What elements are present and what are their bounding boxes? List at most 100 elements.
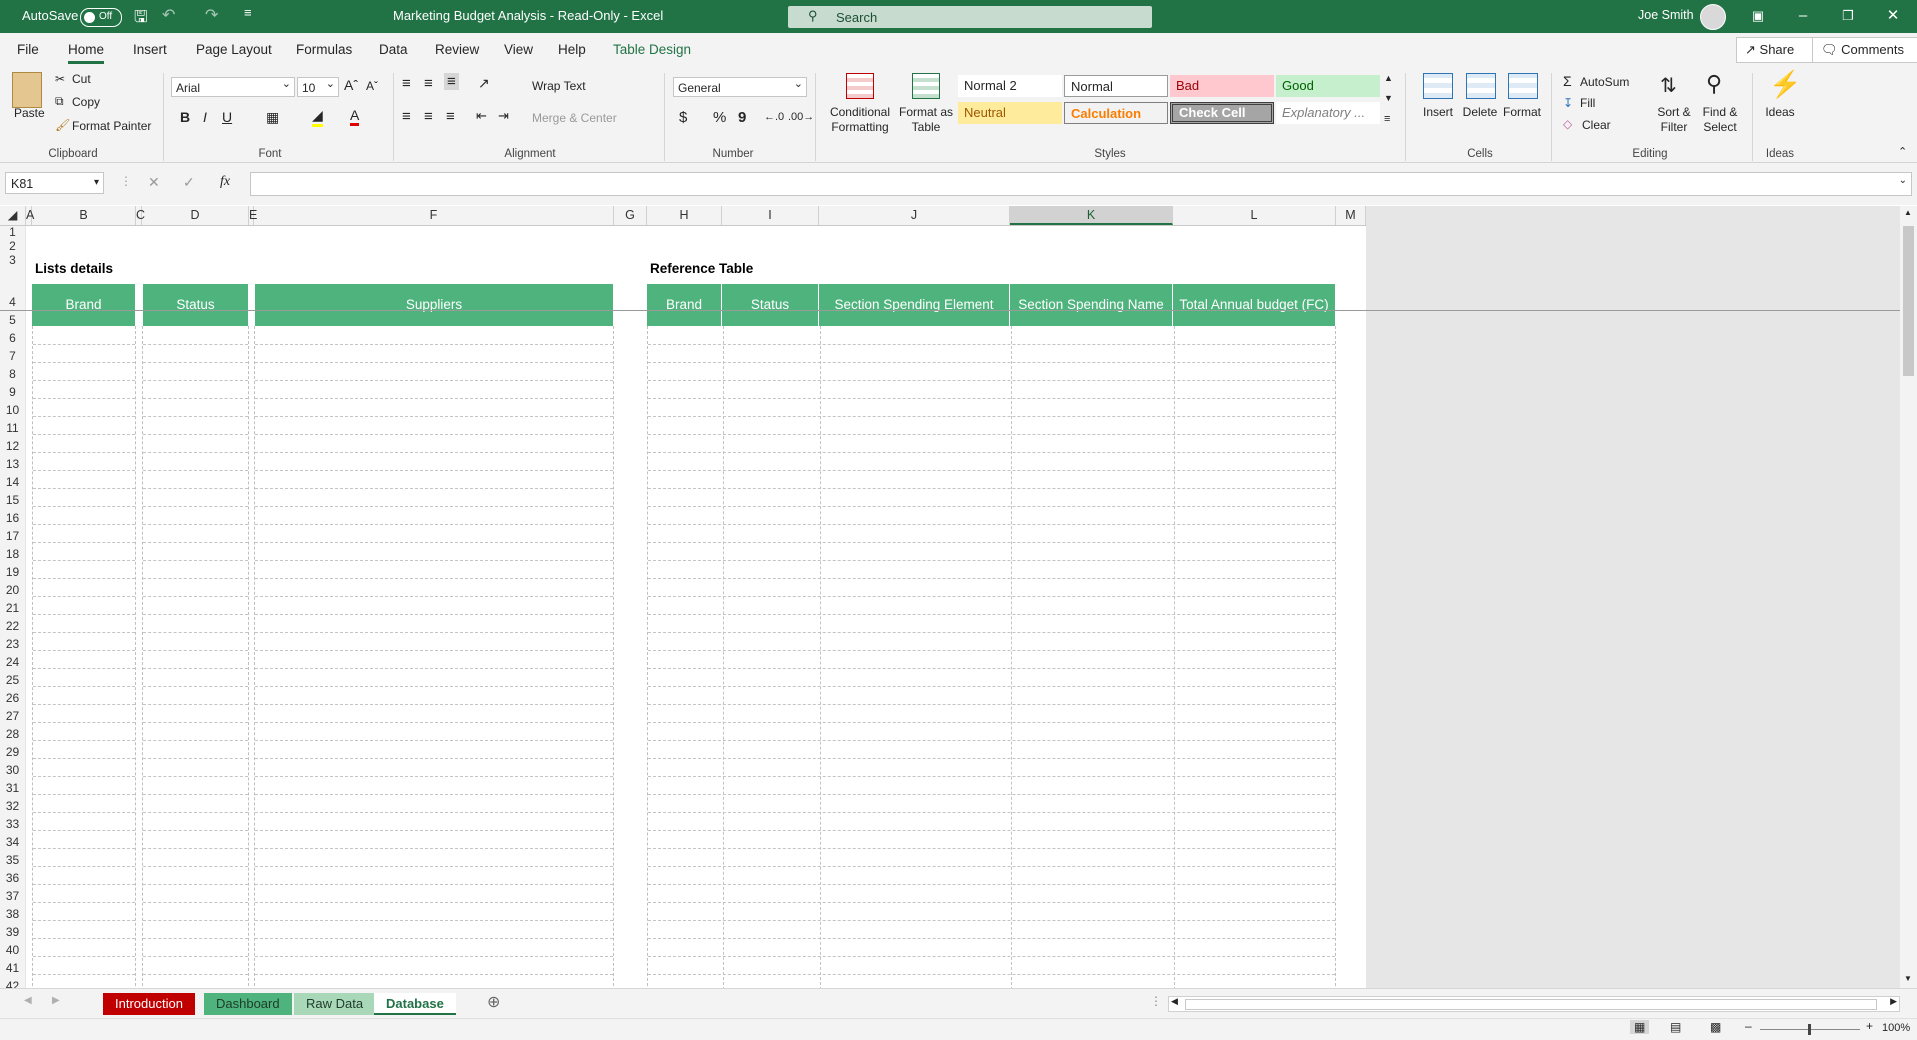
scroll-tabs-right-icon[interactable]: ▶	[52, 995, 60, 1006]
tab-data[interactable]: Data	[379, 42, 408, 57]
header-status[interactable]: Status	[142, 284, 249, 326]
column-header-f[interactable]: F	[254, 206, 614, 225]
insert-cells-icon[interactable]	[1423, 73, 1453, 99]
paste-icon[interactable]	[12, 72, 42, 108]
row-header[interactable]: 16	[0, 511, 25, 525]
row-header[interactable]: 21	[0, 601, 25, 615]
conditional-formatting-button[interactable]: Conditional Formatting	[820, 105, 900, 135]
autosum-icon[interactable]: Σ	[1563, 73, 1572, 89]
find-select-icon[interactable]: ⚲	[1706, 71, 1722, 97]
format-as-table-button[interactable]: Format as Table	[898, 105, 954, 135]
row-header[interactable]: 13	[0, 457, 25, 471]
ref-header-section-spending-element[interactable]: Section Spending Element	[819, 284, 1010, 326]
redo-icon[interactable]: ↷	[205, 5, 218, 25]
row-header[interactable]: 11	[0, 421, 25, 435]
conditional-formatting-icon[interactable]	[846, 73, 874, 99]
clear-icon[interactable]: ◇	[1563, 117, 1572, 131]
add-sheet-icon[interactable]: ⊕	[487, 992, 500, 1012]
minimize-icon[interactable]: –	[1793, 6, 1813, 26]
underline-button[interactable]: U	[222, 109, 232, 125]
row-header[interactable]: 22	[0, 619, 25, 633]
row-header[interactable]: 26	[0, 691, 25, 705]
font-name-combo[interactable]: Arial	[171, 74, 295, 97]
delete-button[interactable]: Delete	[1458, 105, 1502, 119]
worksheet-grid[interactable]: ◢ A B C D E F G H I J K L M 1 2 3 4 5 6 7 8 9 10 1…	[0, 206, 1900, 988]
row-header[interactable]: 30	[0, 763, 25, 777]
sheet-area[interactable]: Lists details Brand Status Suppliers Ref…	[0, 226, 1900, 988]
style-normal[interactable]: Normal	[1064, 75, 1168, 97]
row-header[interactable]: 39	[0, 925, 25, 939]
zoom-level[interactable]: 100%	[1882, 1022, 1910, 1034]
header-brand[interactable]: Brand	[32, 284, 136, 326]
save-icon[interactable]: 🖫	[134, 6, 148, 33]
autosave-toggle[interactable]: Off	[80, 8, 122, 27]
style-good[interactable]: Good	[1276, 75, 1380, 97]
row-header[interactable]: 8	[0, 367, 25, 381]
row-header[interactable]: 19	[0, 565, 25, 579]
row-header[interactable]: 1	[0, 225, 25, 239]
column-header-k[interactable]: K	[1010, 206, 1173, 225]
row-header[interactable]: 24	[0, 655, 25, 669]
delete-cells-icon[interactable]	[1466, 73, 1496, 99]
sheet-tab-raw-data[interactable]: Raw Data	[294, 993, 376, 1015]
row-header[interactable]: 27	[0, 709, 25, 723]
row-header[interactable]: 4	[0, 295, 25, 309]
brand-column-body[interactable]	[32, 326, 136, 988]
column-header-d[interactable]: D	[142, 206, 249, 225]
column-header-b[interactable]: B	[32, 206, 136, 225]
format-painter-button[interactable]: Format Painter	[72, 119, 151, 133]
tab-formulas[interactable]: Formulas	[296, 42, 352, 57]
tab-review[interactable]: Review	[435, 42, 479, 57]
copy-button[interactable]: Copy	[72, 95, 100, 109]
row-header[interactable]: 17	[0, 529, 25, 543]
row-header[interactable]: 3	[0, 253, 25, 267]
row-header[interactable]: 9	[0, 385, 25, 399]
scroll-right-icon[interactable]: ▶	[1890, 996, 1897, 1007]
sort-filter-icon[interactable]: ⇅	[1660, 73, 1677, 98]
column-header-j[interactable]: J	[819, 206, 1010, 225]
sheet-tab-dashboard[interactable]: Dashboard	[204, 993, 292, 1015]
row-header[interactable]: 6	[0, 331, 25, 345]
horizontal-scrollbar[interactable]: ◀ ▶	[1168, 996, 1900, 1012]
style-calculation[interactable]: Calculation	[1064, 102, 1168, 124]
row-header[interactable]: 41	[0, 961, 25, 975]
row-header[interactable]: 7	[0, 349, 25, 363]
insert-button[interactable]: Insert	[1416, 105, 1460, 119]
column-header-i[interactable]: I	[722, 206, 819, 225]
normal-view-icon[interactable]: ▦	[1630, 1020, 1650, 1034]
close-icon[interactable]: ✕	[1883, 6, 1903, 26]
bold-button[interactable]: B	[180, 109, 190, 125]
row-header[interactable]: 18	[0, 547, 25, 561]
styles-scroll-down-icon[interactable]: ▼	[1384, 93, 1393, 103]
copy-icon[interactable]: ⧉	[55, 94, 64, 109]
collapse-ribbon-icon[interactable]: ⌃	[1898, 145, 1907, 158]
find-select-button[interactable]: Find & Select	[1696, 105, 1744, 135]
row-header[interactable]: 33	[0, 817, 25, 831]
align-top-icon[interactable]: ≡	[402, 75, 411, 92]
zoom-in-icon[interactable]: +	[1866, 1019, 1873, 1033]
fill-button[interactable]: Fill	[1580, 96, 1595, 110]
row-header[interactable]: 20	[0, 583, 25, 597]
tab-file[interactable]: File	[17, 42, 39, 57]
split-handle-icon[interactable]: ⋮	[1150, 994, 1162, 1008]
row-header[interactable]: 34	[0, 835, 25, 849]
align-left-icon[interactable]: ≡	[402, 108, 411, 125]
number-format-combo[interactable]: General	[673, 74, 807, 97]
enter-icon[interactable]: ✓	[183, 174, 195, 191]
font-size-combo[interactable]: 10	[297, 74, 339, 97]
row-header[interactable]: 15	[0, 493, 25, 507]
row-header[interactable]: 23	[0, 637, 25, 651]
suppliers-column-body[interactable]	[254, 326, 614, 988]
scroll-left-icon[interactable]: ◀	[1171, 996, 1178, 1007]
grow-font-icon[interactable]: Aˆ	[344, 77, 358, 93]
italic-button[interactable]: I	[203, 109, 207, 125]
row-header[interactable]: 25	[0, 673, 25, 687]
row-header[interactable]: 14	[0, 475, 25, 489]
format-cells-icon[interactable]	[1508, 73, 1538, 99]
autosum-button[interactable]: AutoSum	[1580, 75, 1629, 89]
ref-header-status[interactable]: Status	[722, 284, 819, 326]
column-header-h[interactable]: H	[647, 206, 722, 225]
tab-view[interactable]: View	[504, 42, 533, 57]
sheet-tab-database[interactable]: Database	[374, 993, 456, 1015]
formula-input[interactable]: ⌄	[250, 172, 1912, 196]
